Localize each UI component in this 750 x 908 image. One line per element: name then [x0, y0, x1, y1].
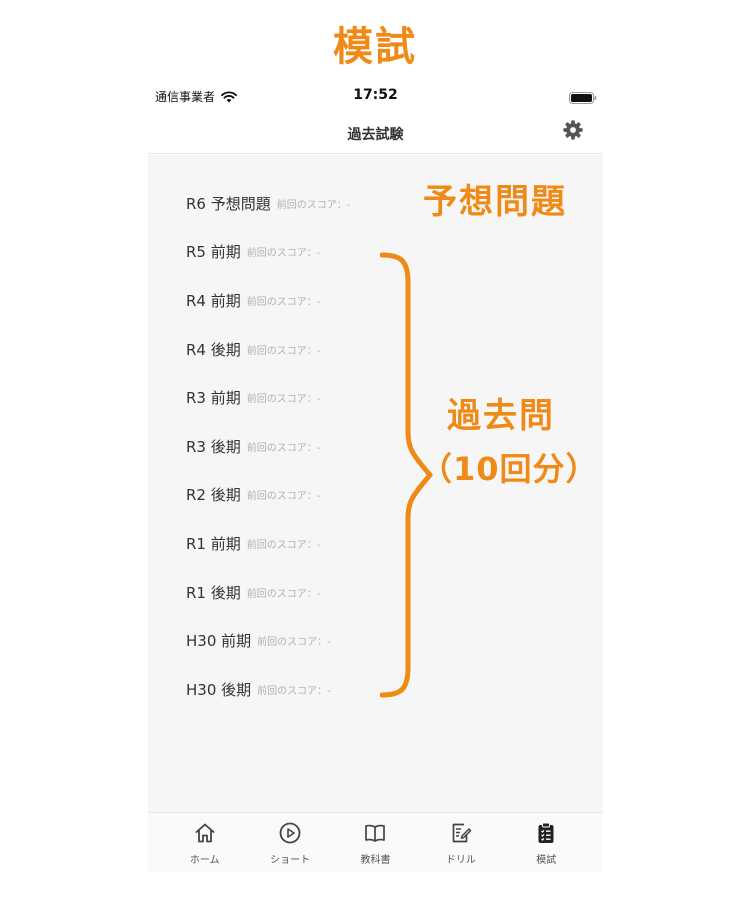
- exam-item-h30-zenki[interactable]: H30 前期 前回のスコア：-: [186, 616, 546, 665]
- clipboard-icon: [534, 821, 558, 849]
- exam-item-r1-kouki[interactable]: R1 後期 前回のスコア：-: [186, 568, 546, 617]
- tab-label: ドリル: [445, 855, 476, 866]
- exam-item-r4-kouki[interactable]: R4 後期 前回のスコア：-: [186, 325, 546, 374]
- exam-score: 前回のスコア：-: [246, 345, 321, 357]
- exam-name: R6 予想問題: [186, 194, 271, 213]
- tab-bar: ホーム ショート 教科書 ドリル 模試: [148, 812, 603, 872]
- navigation-bar: 過去試験: [148, 112, 603, 154]
- home-icon: [193, 821, 217, 849]
- nav-title: 過去試験: [347, 127, 404, 143]
- tab-short[interactable]: ショート: [255, 821, 325, 872]
- tab-label: ショート: [270, 855, 311, 866]
- exam-score: 前回のスコア：-: [246, 248, 321, 260]
- book-icon: [363, 821, 387, 849]
- exam-name: R5 前期: [186, 243, 241, 262]
- tab-label: 教科書: [360, 855, 391, 866]
- exam-score: 前回のスコア：-: [257, 637, 331, 649]
- exam-score: 前回のスコア：-: [246, 539, 321, 551]
- tab-drill[interactable]: ドリル: [426, 821, 496, 872]
- exam-name: H30 前期: [186, 632, 252, 651]
- tab-moshi[interactable]: 模試: [511, 821, 581, 872]
- exam-name: R4 後期: [186, 340, 241, 359]
- exam-name: R3 前期: [186, 389, 241, 408]
- exam-item-r1-zenki[interactable]: R1 前期 前回のスコア：-: [186, 519, 546, 568]
- exam-score: 前回のスコア：-: [246, 491, 321, 503]
- exam-item-h30-kouki[interactable]: H30 後期 前回のスコア：-: [186, 665, 546, 714]
- gear-icon: [562, 119, 584, 145]
- exam-score: 前回のスコア：-: [276, 199, 351, 211]
- settings-button[interactable]: [561, 120, 585, 144]
- exam-name: H30 後期: [186, 680, 252, 699]
- exam-name: R1 後期: [186, 583, 241, 602]
- tab-label: ホーム: [189, 855, 220, 866]
- annotation-kakomon: 過去問: [447, 396, 555, 436]
- exam-item-r5-zenki[interactable]: R5 前期 前回のスコア：-: [186, 228, 546, 277]
- page-heading: 模試: [333, 24, 417, 70]
- status-bar: 通信事業者 17:52: [148, 78, 603, 112]
- exam-name: R2 後期: [186, 486, 241, 505]
- exam-score: 前回のスコア：-: [246, 442, 321, 454]
- annotation-yoso: 予想問題: [423, 182, 567, 222]
- exam-score: 前回のスコア：-: [257, 685, 331, 697]
- exam-name: R4 前期: [186, 291, 241, 310]
- play-circle-icon: [278, 821, 302, 849]
- battery-icon: [569, 89, 597, 104]
- exam-score: 前回のスコア：-: [246, 394, 321, 406]
- tab-home[interactable]: ホーム: [170, 821, 240, 872]
- exam-score: 前回のスコア：-: [246, 588, 321, 600]
- edit-note-icon: [449, 821, 473, 849]
- exam-name: R3 後期: [186, 437, 241, 456]
- exam-score: 前回のスコア：-: [246, 296, 321, 308]
- exam-name: R1 前期: [186, 534, 241, 553]
- tab-label: 模試: [536, 855, 557, 866]
- status-time: 17:52: [353, 87, 398, 103]
- exam-item-r4-zenki[interactable]: R4 前期 前回のスコア：-: [186, 276, 546, 325]
- tab-textbook[interactable]: 教科書: [340, 821, 410, 872]
- annotation-count: （10回分）: [420, 450, 599, 488]
